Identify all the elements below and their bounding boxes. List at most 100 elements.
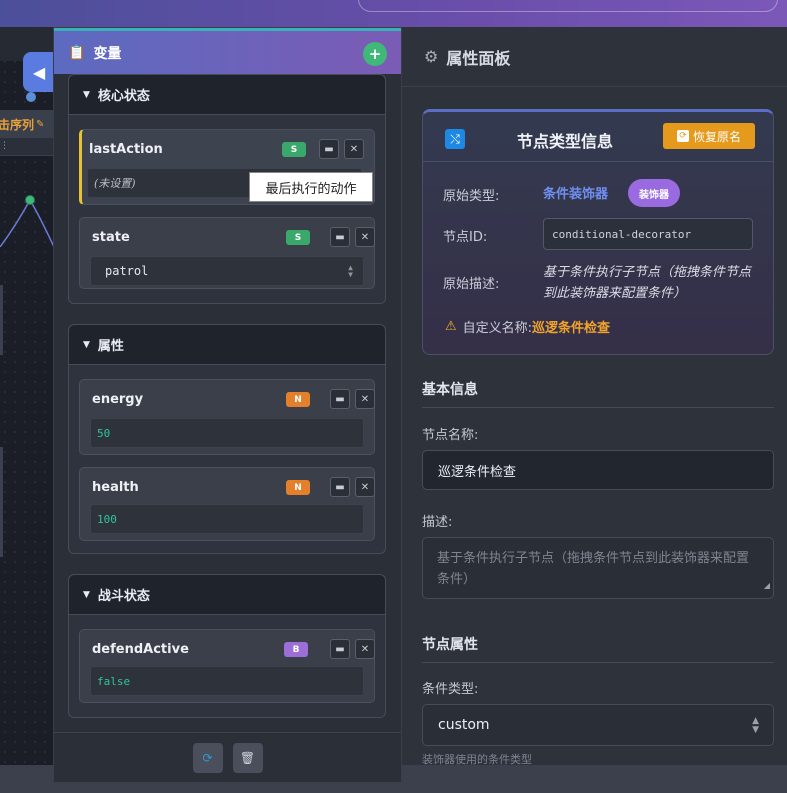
plus-icon: + bbox=[368, 45, 382, 63]
condition-type-select[interactable]: custom ▲ ▼ bbox=[422, 704, 774, 746]
resize-grip-icon[interactable]: ◢ bbox=[764, 575, 770, 596]
type-badge: N bbox=[286, 480, 310, 495]
custom-name-row: ⚠ 自定义名称: 巡逻条件检查 bbox=[445, 317, 610, 336]
variable-group-attributes: ▼ 属性 energy N ▬ ✕ 50 health N ▬ ✕ 100 bbox=[68, 324, 386, 554]
description-textarea[interactable]: 基于条件执行子节点（拖拽条件节点到此装饰器来配置条件） ◢ bbox=[422, 537, 774, 599]
behavior-tree-canvas[interactable]: 击序列 ✎ ⋮ bbox=[0, 27, 54, 767]
variable-tooltip: 最后执行的动作 bbox=[249, 172, 373, 202]
variable-value-input[interactable]: 50 bbox=[90, 418, 364, 448]
edit-variable-button[interactable]: ▬ bbox=[330, 227, 350, 247]
node-id-label: 节点ID: bbox=[443, 230, 488, 245]
condition-type-value: custom bbox=[438, 717, 490, 733]
original-desc-value: 基于条件执行子节点（拖拽条件节点到此装饰器来配置条件） bbox=[543, 265, 752, 301]
caret-down-icon: ▼ bbox=[83, 89, 90, 100]
condition-type-help: 装饰器使用的条件类型 bbox=[422, 753, 532, 765]
caret-down-icon: ▼ bbox=[83, 589, 90, 600]
add-variable-button[interactable]: + bbox=[363, 42, 387, 66]
edit-variable-button[interactable]: ▬ bbox=[319, 139, 339, 159]
group-header[interactable]: ▼ 战斗状态 bbox=[69, 575, 385, 615]
refresh-icon: ⟳ bbox=[676, 130, 689, 142]
variable-name: defendActive bbox=[92, 642, 189, 657]
clipboard-icon: 📋 bbox=[68, 44, 86, 61]
caret-down-icon: ▼ bbox=[83, 339, 90, 350]
node-type-info-card: ⤭ 节点类型信息 ⟳ 恢复原名 原始类型: 条件装饰器 装饰器 节点ID: co… bbox=[422, 109, 774, 355]
properties-panel-header: ⚙ 属性面板 bbox=[402, 27, 787, 87]
info-card-header: ⤭ 节点类型信息 ⟳ 恢复原名 bbox=[423, 112, 773, 162]
variable-card[interactable]: energy N ▬ ✕ 50 bbox=[79, 379, 375, 455]
type-badge: S bbox=[286, 230, 310, 245]
variable-value-select[interactable]: patrol ▲ ▼ bbox=[90, 256, 364, 286]
variables-footer: ⟳ 🗑 bbox=[54, 732, 401, 782]
group-header[interactable]: ▼ 属性 bbox=[69, 325, 385, 365]
refresh-icon: ⟳ bbox=[202, 750, 213, 765]
variable-name: lastAction bbox=[89, 142, 163, 157]
delete-variable-button[interactable]: ✕ bbox=[355, 227, 375, 247]
edit-variable-button[interactable]: ▬ bbox=[330, 639, 350, 659]
collapse-panel-button[interactable]: ◀ bbox=[23, 52, 55, 102]
variables-panel: 📋 变量 + ▼ 核心状态 lastAction S ▬ ✕ (未设置) sta… bbox=[53, 27, 402, 783]
variable-card[interactable]: state S ▬ ✕ patrol ▲ ▼ bbox=[79, 217, 375, 289]
variable-group-combat-state: ▼ 战斗状态 defendActive B ▬ ✕ false bbox=[68, 574, 386, 718]
group-title: 属性 bbox=[97, 339, 124, 354]
canvas-node-label: 击序列 bbox=[0, 117, 35, 132]
group-title: 核心状态 bbox=[97, 89, 150, 104]
variable-name: state bbox=[92, 230, 130, 245]
properties-panel: ⚙ 属性面板 ⤭ 节点类型信息 ⟳ 恢复原名 原始类型: 条件装饰器 装饰器 节… bbox=[402, 27, 787, 765]
type-badge: S bbox=[282, 142, 306, 157]
edit-variable-button[interactable]: ▬ bbox=[330, 477, 350, 497]
variable-card[interactable]: health N ▬ ✕ 100 bbox=[79, 467, 375, 541]
custom-name-value: 巡逻条件检查 bbox=[532, 321, 611, 336]
top-toolbar bbox=[0, 0, 787, 27]
gear-icon: ⚙ bbox=[424, 47, 439, 66]
delete-variable-button[interactable]: ✕ bbox=[344, 139, 364, 159]
variable-name: health bbox=[92, 480, 139, 495]
trash-icon: 🗑 bbox=[239, 750, 256, 765]
original-type-label: 原始类型: bbox=[443, 189, 500, 204]
canvas-node-edge bbox=[0, 447, 3, 557]
node-name-label: 节点名称: bbox=[422, 428, 479, 443]
description-text: 基于条件执行子节点（拖拽条件节点到此装饰器来配置条件） bbox=[437, 551, 750, 587]
original-type-value: 条件装饰器 bbox=[543, 187, 609, 202]
refresh-button[interactable]: ⟳ bbox=[192, 742, 223, 773]
canvas-node-edge bbox=[0, 285, 3, 355]
group-header[interactable]: ▼ 核心状态 bbox=[69, 75, 385, 115]
variable-value-input[interactable]: 100 bbox=[90, 504, 364, 534]
canvas-connection-lines bbox=[0, 195, 54, 247]
chevron-left-icon: ◀ bbox=[32, 62, 46, 82]
delete-variable-button[interactable]: ✕ bbox=[355, 639, 375, 659]
node-props-section-title: 节点属性 bbox=[422, 634, 774, 663]
edit-variable-button[interactable]: ▬ bbox=[330, 389, 350, 409]
node-name-input[interactable]: 巡逻条件检查 bbox=[422, 450, 774, 490]
warning-icon: ⚠ bbox=[445, 319, 457, 334]
type-badge: N bbox=[286, 392, 310, 407]
canvas-node-title[interactable]: 击序列 ✎ bbox=[0, 110, 54, 138]
condition-type-label: 条件类型: bbox=[422, 682, 479, 697]
clear-variables-button[interactable]: 🗑 bbox=[232, 742, 263, 773]
select-arrows-icon: ▲ ▼ bbox=[348, 263, 353, 279]
description-label: 描述: bbox=[422, 515, 453, 530]
custom-name-label: 自定义名称: bbox=[462, 321, 533, 336]
variable-name: energy bbox=[92, 392, 144, 407]
restore-name-button[interactable]: ⟳ 恢复原名 bbox=[663, 123, 755, 149]
connection-port bbox=[26, 92, 36, 102]
delete-variable-button[interactable]: ✕ bbox=[355, 477, 375, 497]
toolbar-pill bbox=[358, 0, 778, 12]
restore-name-label: 恢复原名 bbox=[692, 129, 741, 144]
select-arrows-icon: ▲ ▼ bbox=[752, 716, 759, 735]
properties-panel-title: 属性面板 bbox=[446, 48, 511, 68]
original-desc-label: 原始描述: bbox=[443, 277, 500, 292]
node-id-field[interactable]: conditional-decorator bbox=[543, 218, 753, 250]
decorator-type-pill: 装饰器 bbox=[628, 179, 680, 207]
canvas-node-body[interactable]: ⋮ bbox=[0, 138, 54, 156]
pencil-icon[interactable]: ✎ bbox=[36, 119, 44, 130]
variable-value-input[interactable]: false bbox=[90, 666, 364, 696]
variables-panel-header: 📋 变量 + bbox=[54, 28, 401, 74]
basic-info-section-title: 基本信息 bbox=[422, 379, 774, 408]
variable-card[interactable]: defendActive B ▬ ✕ false bbox=[79, 629, 375, 703]
variables-panel-title: 变量 bbox=[93, 45, 122, 62]
info-card-title: 节点类型信息 bbox=[517, 132, 614, 151]
type-badge: B bbox=[284, 642, 308, 657]
canvas-node-snippet: ⋮ bbox=[0, 141, 9, 151]
delete-variable-button[interactable]: ✕ bbox=[355, 389, 375, 409]
select-value: patrol bbox=[105, 264, 149, 278]
